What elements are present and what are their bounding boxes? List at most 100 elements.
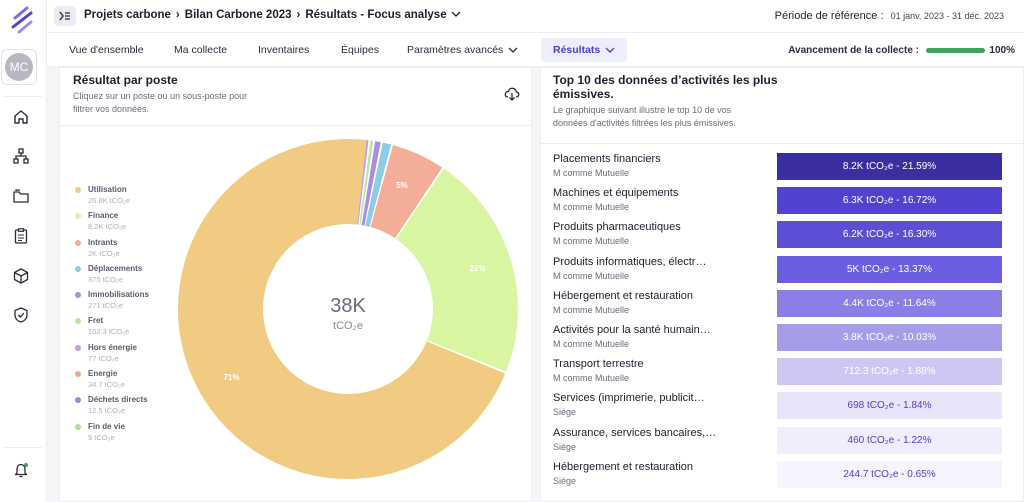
download-icon[interactable]: [503, 85, 521, 103]
breadcrumb-bilan[interactable]: Bilan Carbone 2023: [185, 9, 292, 21]
expand-sidebar-button[interactable]: [54, 6, 76, 26]
top-bar: Projets carbone › Bilan Carbone 2023 › R…: [47, 0, 1024, 33]
legend-value: 375 tCO₂e: [88, 274, 124, 284]
app-logo[interactable]: [7, 4, 37, 36]
legend-swatch: [75, 318, 81, 325]
legend-value: 271 tCO₂e: [88, 301, 124, 311]
legend-name: Hors énergie: [88, 342, 137, 352]
top10-subtitle: Le graphique suivant illustre le top 10 …: [553, 104, 736, 130]
collection-progress-bar: [926, 48, 985, 53]
clipboard-icon[interactable]: [12, 227, 30, 245]
legend-item[interactable]: Energie 34.7 tCO₂e: [75, 368, 149, 394]
home-icon[interactable]: [12, 108, 30, 126]
top10-row[interactable]: Hébergement et restauration Siège 244.7 tC…: [553, 460, 1002, 495]
activity-organization: M comme Mutuelle: [553, 236, 630, 247]
tab-ma-collecte[interactable]: Ma collecte: [162, 38, 239, 62]
legend-value: 9 tCO₂e: [88, 432, 115, 442]
top10-row[interactable]: Produits informatiques, électr… M comme M…: [553, 255, 1002, 290]
panel-divider: [60, 125, 531, 126]
top10-subtitle-line-2: données d'activités filtrées les plus ém…: [553, 118, 736, 128]
top10-subtitle-line-1: Le graphique suivant illustre le top 10 …: [553, 105, 732, 115]
legend-item[interactable]: Fin de vie 9 tCO₂e: [75, 421, 149, 447]
top10-row[interactable]: Services (imprimerie, publicit… Siège 698 …: [553, 392, 1002, 426]
breadcrumb-resultats[interactable]: Résultats - Focus analyse: [305, 9, 446, 21]
activity-organization: M comme Mutuelle: [553, 270, 630, 281]
legend-item[interactable]: Finance 8.2K tCO₂e: [75, 210, 149, 236]
legend-item[interactable]: Intrants 2K tCO₂e: [75, 237, 149, 263]
tab-parametres-label: Paramètres avancés: [407, 44, 504, 56]
activity-name: Produits informatiques, électr…: [553, 255, 707, 268]
legend-name: Déplacements: [88, 263, 143, 273]
legend-value: 26.8K tCO₂e: [88, 196, 131, 205]
donut-percent-label: 5%: [396, 180, 408, 190]
tab-inventaires[interactable]: Inventaires: [246, 38, 321, 62]
panel-title: Résultat par poste: [73, 73, 178, 87]
top10-row[interactable]: Produits pharmaceutiques M comme Mutuelle…: [553, 221, 1002, 255]
legend-item[interactable]: Fret 102.3 tCO₂e: [75, 315, 149, 341]
chevron-right-icon: ›: [296, 9, 301, 21]
legend-item[interactable]: Déchets directs 12.5 tCO₂e: [75, 394, 149, 420]
legend-item[interactable]: Immobilisations 271 tCO₂e: [75, 289, 149, 315]
legend-value: 8.2K tCO₂e: [88, 222, 126, 232]
legend-item[interactable]: Utilisation 26.8K tCO₂e: [75, 184, 149, 210]
legend-value: 12.5 tCO₂e: [88, 406, 126, 416]
legend-swatch: [75, 397, 81, 404]
activity-name: Hébergement et restauration: [553, 289, 694, 302]
activity-name: Transport terrestre: [553, 358, 644, 371]
top10-row[interactable]: Assurance, services bancaires,… Siège 460 …: [553, 426, 1002, 461]
shield-check-icon[interactable]: [12, 306, 30, 324]
folder-icon[interactable]: [12, 187, 30, 205]
activity-organization: M comme Mutuelle: [553, 339, 630, 349]
avatar[interactable]: MC: [5, 53, 33, 81]
top10-row[interactable]: Machines et équipements M comme Mutuelle 6…: [553, 187, 1002, 221]
progress-label: Avancement de la collecte :: [788, 45, 919, 56]
legend-swatch: [75, 423, 81, 430]
top10-row[interactable]: Placements financiers M comme Mutuelle 8.2…: [553, 153, 1002, 187]
org-chart-icon[interactable]: [12, 147, 30, 165]
activity-organization: Siège: [553, 407, 577, 418]
legend-swatch: [75, 292, 81, 299]
top10-row[interactable]: Activités pour la santé humain… M comme M…: [553, 324, 1002, 358]
legend-item[interactable]: Déplacements 375 tCO₂e: [75, 263, 149, 289]
legend-item[interactable]: Hors énergie 77 tCO₂e: [75, 342, 149, 368]
result-by-post-panel: Résultat par poste Cliquez sur un poste …: [59, 67, 532, 502]
period-label: Période de référence :: [774, 10, 884, 22]
subtitle-line-1: Cliquez sur un poste ou un sous-poste po…: [73, 91, 248, 101]
panel-divider: [541, 143, 1023, 144]
legend-swatch: [75, 213, 81, 220]
tab-equipes[interactable]: Équipes: [329, 38, 391, 62]
emission-value-badge: 244.7 tCO₂e - 0.65%: [777, 460, 1002, 488]
activity-name: Services (imprimerie, publicit…: [553, 392, 705, 405]
legend-name: Energie: [88, 369, 118, 379]
tab-bar: Vue d'ensemble Ma collecte Inventaires É…: [47, 33, 1024, 67]
emission-value-badge: 5K tCO₂e - 13.37%: [777, 255, 1002, 283]
legend-swatch: [75, 239, 81, 246]
sidebar-divider: [4, 96, 42, 97]
tab-vue-ensemble[interactable]: Vue d'ensemble: [57, 38, 156, 62]
tab-parametres-avances[interactable]: Paramètres avancés: [395, 38, 530, 62]
activity-name: Assurance, services bancaires,…: [553, 426, 717, 439]
tab-resultats-label: Résultats: [553, 44, 601, 56]
activity-organization: M comme Mutuelle: [553, 304, 630, 315]
expand-icon: [59, 11, 70, 21]
tab-resultats[interactable]: Résultats: [541, 38, 628, 62]
activity-name: Hébergement et restauration: [553, 460, 694, 473]
emission-value-badge: 8.2K tCO₂e - 21.59%: [777, 153, 1002, 180]
emission-value-badge: 460 tCO₂e - 1.22%: [777, 426, 1002, 454]
bell-icon[interactable]: [12, 461, 30, 479]
legend-name: Intrants: [88, 237, 118, 247]
top10-row[interactable]: Hébergement et restauration M comme Mutue…: [553, 289, 1002, 324]
period-value[interactable]: 01 janv. 2023 - 31 déc. 2023: [891, 11, 1004, 21]
chevron-down-icon[interactable]: [451, 9, 461, 21]
breadcrumb-projets[interactable]: Projets carbone: [84, 9, 171, 21]
legend-name: Déchets directs: [88, 395, 148, 405]
subtitle-line-2: filtrer vos données.: [73, 104, 150, 114]
sidebar: MC: [0, 0, 47, 502]
donut-unit: tCO₂e: [333, 320, 363, 332]
top10-row[interactable]: Transport terrestre M comme Mutuelle 712.3…: [553, 358, 1002, 392]
activity-organization: M comme Mutuelle: [553, 373, 630, 384]
emission-value-badge: 6.3K tCO₂e - 16.72%: [777, 187, 1002, 215]
avatar-frame[interactable]: MC: [1, 49, 37, 85]
cube-icon[interactable]: [12, 267, 30, 285]
legend-name: Immobilisations: [88, 290, 149, 300]
